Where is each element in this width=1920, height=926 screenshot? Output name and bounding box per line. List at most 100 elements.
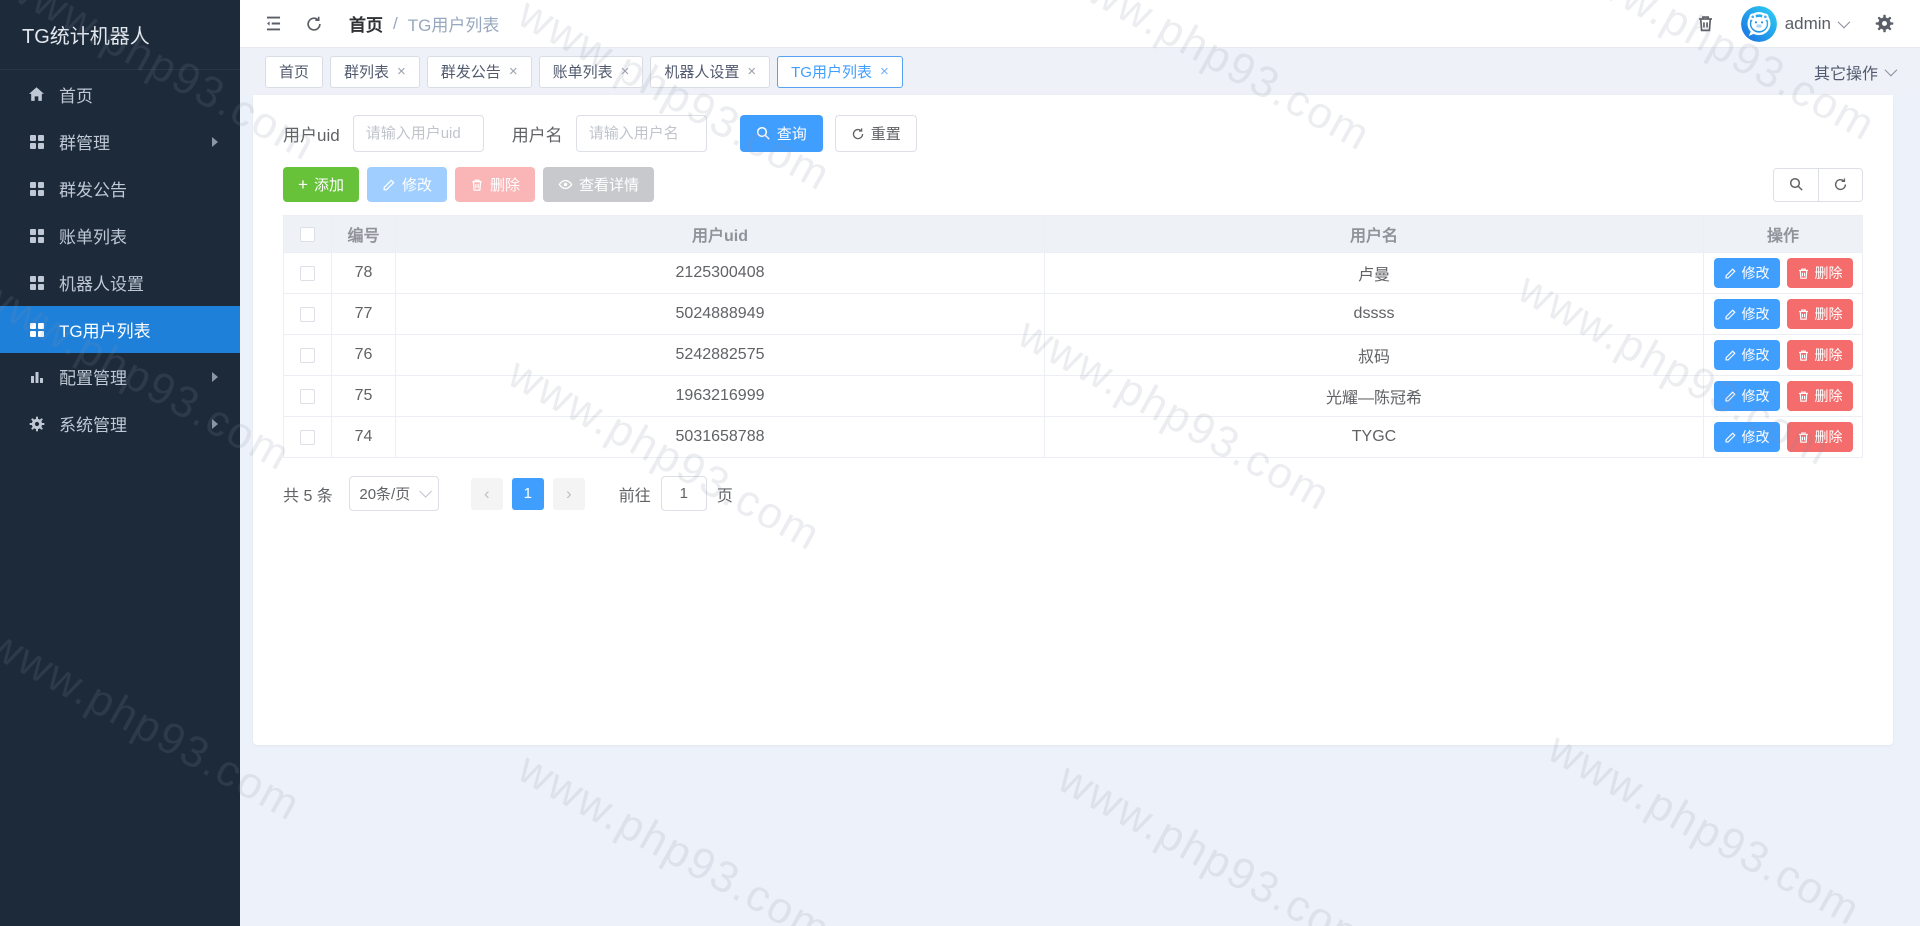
sidebar-item-bills[interactable]: 账单列表	[0, 212, 240, 259]
table-refresh-button[interactable]	[1818, 169, 1862, 201]
table-row: 77 5024888949 dssss 修改 删除	[284, 294, 1862, 335]
row-edit-button[interactable]: 修改	[1714, 381, 1780, 411]
chevron-down-icon	[1838, 16, 1851, 29]
sidebar-item-label: 配置管理	[59, 364, 127, 389]
next-page-button[interactable]: ›	[553, 478, 585, 510]
edit-button-disabled[interactable]: 修改	[367, 167, 447, 202]
delete-button-label: 删除	[490, 174, 520, 195]
tab-bot-settings[interactable]: 机器人设置 ×	[650, 56, 770, 88]
row-edit-label: 修改	[1742, 427, 1770, 447]
row-delete-button[interactable]: 删除	[1787, 422, 1853, 452]
close-icon[interactable]: ×	[509, 64, 518, 79]
sidebar-item-home[interactable]: 首页	[0, 71, 240, 118]
trash-icon	[1797, 431, 1810, 444]
collapse-sidebar-icon[interactable]	[264, 14, 283, 33]
sidebar-item-label: 群管理	[59, 129, 110, 154]
sidebar-item-broadcast[interactable]: 群发公告	[0, 165, 240, 212]
tab-bills[interactable]: 账单列表 ×	[539, 56, 644, 88]
reset-button[interactable]: 重置	[835, 115, 917, 152]
close-icon[interactable]: ×	[880, 64, 889, 79]
row-checkbox[interactable]	[300, 266, 315, 281]
refresh-page-icon[interactable]	[305, 15, 323, 33]
table-row: 78 2125300408 卢曼 修改 删除	[284, 253, 1862, 294]
page-number-button[interactable]: 1	[512, 478, 544, 510]
cell-name: 卢曼	[1045, 253, 1704, 293]
row-edit-button[interactable]: 修改	[1714, 258, 1780, 288]
goto-page-input[interactable]	[661, 476, 707, 511]
close-icon[interactable]: ×	[621, 64, 630, 79]
sidebar-item-label: 系统管理	[59, 411, 127, 436]
cell-uid: 5031658788	[396, 417, 1045, 457]
row-checkbox[interactable]	[300, 430, 315, 445]
pencil-icon	[382, 178, 396, 192]
breadcrumb: 首页 / TG用户列表	[349, 11, 499, 36]
row-delete-button[interactable]: 删除	[1787, 340, 1853, 370]
add-button[interactable]: + 添加	[283, 167, 359, 202]
pencil-icon	[1724, 267, 1737, 280]
sidebar-menu: 首页 群管理 群发公告 账单列表 机器人设置 TG用户列表	[0, 70, 240, 447]
table-toolbar: + 添加 修改 删除 查看详情	[283, 167, 1863, 202]
pagination: 共 5 条 20条/页 ‹ 1 › 前往 页	[283, 476, 1863, 511]
delete-button-disabled[interactable]: 删除	[455, 167, 535, 202]
settings-gear-icon[interactable]	[1875, 14, 1894, 33]
sidebar-item-bot-settings[interactable]: 机器人设置	[0, 259, 240, 306]
chevron-down-icon	[1885, 64, 1898, 77]
cell-uid: 1963216999	[396, 376, 1045, 416]
row-checkbox[interactable]	[300, 348, 315, 363]
tab-group-list[interactable]: 群列表 ×	[330, 56, 420, 88]
avatar[interactable]	[1741, 6, 1777, 42]
other-actions-dropdown[interactable]: 其它操作	[1814, 60, 1894, 84]
row-delete-label: 删除	[1815, 304, 1843, 324]
prev-page-button[interactable]: ‹	[471, 478, 503, 510]
close-icon[interactable]: ×	[397, 64, 406, 79]
tab-broadcast[interactable]: 群发公告 ×	[427, 56, 532, 88]
app-title: TG统计机器人	[0, 0, 240, 70]
search-button[interactable]: 查询	[740, 115, 823, 152]
search-button-label: 查询	[777, 123, 807, 144]
sidebar-item-tg-users[interactable]: TG用户列表	[0, 306, 240, 353]
tab-home[interactable]: 首页	[265, 56, 323, 88]
sidebar-item-system-manage[interactable]: 系统管理	[0, 400, 240, 447]
uid-filter-input[interactable]	[353, 115, 484, 152]
breadcrumb-current: TG用户列表	[408, 11, 500, 36]
content-wrapper: 用户uid 用户名 查询 重置	[240, 95, 1920, 926]
sidebar-item-label: 群发公告	[59, 176, 127, 201]
view-detail-button-disabled[interactable]: 查看详情	[543, 167, 654, 202]
close-icon[interactable]: ×	[747, 64, 756, 79]
pencil-icon	[1724, 308, 1737, 321]
row-delete-button[interactable]: 删除	[1787, 381, 1853, 411]
pagination-total: 共 5 条	[283, 482, 333, 506]
row-delete-button[interactable]: 删除	[1787, 258, 1853, 288]
sidebar-item-label: 账单列表	[59, 223, 127, 248]
tab-tg-users[interactable]: TG用户列表 ×	[777, 56, 903, 88]
row-edit-button[interactable]: 修改	[1714, 340, 1780, 370]
table-row: 75 1963216999 光耀—陈冠希 修改 删除	[284, 376, 1862, 417]
breadcrumb-home[interactable]: 首页	[349, 11, 383, 36]
trash-icon[interactable]	[1696, 14, 1715, 33]
cell-uid: 5024888949	[396, 294, 1045, 334]
select-all-checkbox[interactable]	[300, 227, 315, 242]
row-checkbox[interactable]	[300, 389, 315, 404]
row-edit-button[interactable]: 修改	[1714, 299, 1780, 329]
sidebar-item-label: 首页	[59, 82, 93, 107]
row-delete-button[interactable]: 删除	[1787, 299, 1853, 329]
search-icon	[756, 126, 771, 141]
cell-id: 77	[332, 294, 396, 334]
sidebar-item-group-manage[interactable]: 群管理	[0, 118, 240, 165]
user-menu[interactable]: admin	[1785, 14, 1847, 34]
row-edit-button[interactable]: 修改	[1714, 422, 1780, 452]
row-edit-label: 修改	[1742, 345, 1770, 365]
sidebar-item-config-manage[interactable]: 配置管理	[0, 353, 240, 400]
row-checkbox[interactable]	[300, 307, 315, 322]
plus-icon: +	[298, 176, 308, 193]
name-filter-input[interactable]	[576, 115, 707, 152]
tab-label: TG用户列表	[791, 61, 872, 82]
page-size-select[interactable]: 20条/页	[349, 476, 439, 511]
table-row: 76 5242882575 叔码 修改 删除	[284, 335, 1862, 376]
main-area: 首页 / TG用户列表	[240, 0, 1920, 926]
grid-icon	[28, 321, 45, 338]
bar-chart-icon	[28, 368, 45, 385]
chevron-right-icon	[212, 137, 218, 147]
table-row: 74 5031658788 TYGC 修改 删除	[284, 417, 1862, 458]
table-search-toggle-button[interactable]	[1774, 169, 1818, 201]
